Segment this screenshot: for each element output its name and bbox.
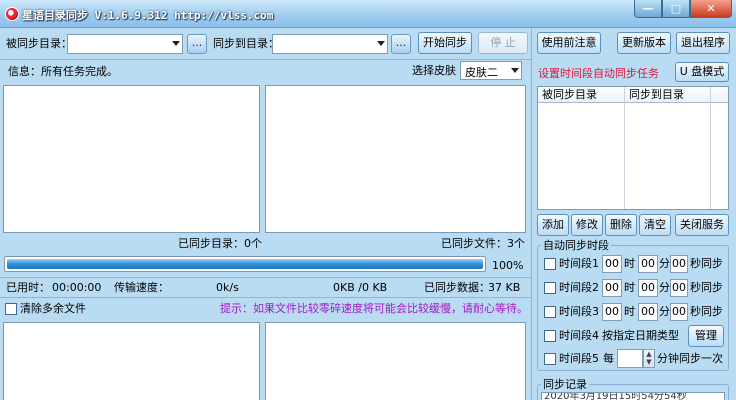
source-dir-label: 被同步目录： bbox=[6, 37, 72, 50]
chevron-down-icon bbox=[172, 41, 180, 46]
period1-second[interactable]: 00 bbox=[670, 255, 688, 273]
sync-log-title: 同步记录 bbox=[541, 378, 589, 392]
column-separator bbox=[624, 87, 625, 209]
minute-unit: 分 bbox=[659, 305, 670, 318]
period2-minute[interactable]: 00 bbox=[638, 279, 658, 297]
period3-minute[interactable]: 00 bbox=[638, 303, 658, 321]
second-unit: 秒同步 bbox=[690, 305, 723, 318]
period5-minutes-input[interactable] bbox=[617, 349, 643, 368]
manage-button[interactable]: 管理 bbox=[688, 325, 724, 347]
synced-files-count: 已同步文件：3个 bbox=[441, 237, 525, 250]
target-dir-label: 同步到目录： bbox=[213, 37, 279, 50]
period1-hour[interactable]: 00 bbox=[602, 255, 622, 273]
progress-percent: 100% bbox=[492, 259, 524, 272]
elapsed-label: 已用时： bbox=[6, 281, 50, 294]
hour-unit: 时 bbox=[624, 305, 635, 318]
period3-hour[interactable]: 00 bbox=[602, 303, 622, 321]
period2-label: 时间段2 bbox=[559, 281, 599, 294]
stop-button[interactable]: 停 止 bbox=[478, 32, 528, 54]
maximize-button[interactable]: □ bbox=[662, 0, 690, 18]
period2-hour[interactable]: 00 bbox=[602, 279, 622, 297]
elapsed-value: 00:00:00 bbox=[52, 281, 102, 294]
source-dir-panel[interactable] bbox=[3, 85, 260, 233]
target-file-panel[interactable] bbox=[265, 85, 526, 233]
close-button[interactable]: ✕ bbox=[690, 0, 732, 18]
period2-checkbox[interactable] bbox=[544, 282, 556, 294]
second-unit: 秒同步 bbox=[690, 281, 723, 294]
hour-unit: 时 bbox=[624, 281, 635, 294]
sync-log-list[interactable]: 2020年3月19日15时54分54秒 bbox=[541, 392, 725, 400]
source-browse-button[interactable]: ... bbox=[187, 34, 207, 54]
auto-sync-group-title: 自动同步时段 bbox=[541, 239, 611, 253]
skin-label: 选择皮肤 bbox=[412, 64, 456, 77]
minute-unit: 分 bbox=[659, 257, 670, 270]
delete-button[interactable]: 删除 bbox=[605, 214, 637, 236]
period3-checkbox[interactable] bbox=[544, 306, 556, 318]
column-separator bbox=[710, 87, 711, 209]
period1-checkbox[interactable] bbox=[544, 258, 556, 270]
info-text: 信息：所有任务完成。 bbox=[8, 65, 118, 78]
add-button[interactable]: 添加 bbox=[537, 214, 569, 236]
clear-button[interactable]: 清空 bbox=[639, 214, 671, 236]
progress-fill bbox=[7, 259, 483, 269]
window-title: 星语目录同步 V:1.6.9.312 http://vlss.com bbox=[22, 9, 274, 22]
divider bbox=[0, 297, 531, 298]
second-unit: 秒同步 bbox=[690, 257, 723, 270]
period3-second[interactable]: 00 bbox=[670, 303, 688, 321]
divider bbox=[0, 59, 531, 60]
chevron-down-icon bbox=[377, 41, 385, 46]
progress-bar bbox=[4, 256, 486, 272]
edit-button[interactable]: 修改 bbox=[571, 214, 603, 236]
period4-checkbox[interactable] bbox=[544, 330, 556, 342]
sync-log-entry: 2020年3月19日15时54分54秒 bbox=[544, 392, 687, 400]
speed-label: 传输速度： bbox=[114, 281, 169, 294]
period4-label: 时间段4 bbox=[559, 329, 599, 342]
clear-extra-checkbox[interactable] bbox=[5, 303, 17, 315]
skin-value: 皮肤二 bbox=[465, 66, 498, 79]
clear-extra-label: 清除多余文件 bbox=[20, 302, 86, 315]
period5-prefix: 每 bbox=[603, 352, 614, 365]
synced-dirs-count: 已同步目录：0个 bbox=[178, 237, 262, 250]
chevron-down-icon bbox=[511, 68, 519, 73]
schedule-table[interactable]: 被同步目录 同步到目录 bbox=[537, 86, 729, 210]
u-disk-mode-button[interactable]: U 盘模式 bbox=[675, 62, 729, 82]
period5-label: 时间段5 bbox=[559, 352, 599, 365]
target-browse-button[interactable]: ... bbox=[391, 34, 411, 54]
hour-unit: 时 bbox=[624, 257, 635, 270]
hint-text: 提示：如果文件比较零碎速度将可能会比较缓慢，请耐心等待。 bbox=[220, 302, 528, 315]
source-log-panel[interactable] bbox=[3, 322, 260, 400]
target-dir-combo[interactable] bbox=[272, 34, 388, 54]
chevron-down-icon[interactable]: ▼ bbox=[646, 358, 651, 366]
col-target-dir[interactable]: 同步到目录 bbox=[629, 88, 684, 102]
target-log-panel[interactable] bbox=[265, 322, 526, 400]
synced-data-label: 已同步数据： bbox=[424, 281, 490, 294]
exit-button[interactable]: 退出程序 bbox=[676, 32, 730, 54]
period1-minute[interactable]: 00 bbox=[638, 255, 658, 273]
notice-button[interactable]: 使用前注意 bbox=[537, 32, 601, 54]
period4-text: 按指定日期类型 bbox=[602, 329, 679, 342]
schedule-title: 设置时间段自动同步任务 bbox=[538, 67, 659, 80]
close-service-button[interactable]: 关闭服务 bbox=[675, 214, 729, 236]
skin-select[interactable]: 皮肤二 bbox=[460, 61, 522, 80]
period5-checkbox[interactable] bbox=[544, 353, 556, 365]
update-version-button[interactable]: 更新版本 bbox=[617, 32, 671, 54]
period1-label: 时间段1 bbox=[559, 257, 599, 270]
divider bbox=[0, 277, 531, 278]
minute-unit: 分 bbox=[659, 281, 670, 294]
chevron-up-icon[interactable]: ▲ bbox=[646, 350, 651, 358]
period5-spinner[interactable]: ▲ ▼ bbox=[643, 349, 655, 368]
source-dir-combo[interactable] bbox=[67, 34, 183, 54]
transfer-size: 0KB /0 KB bbox=[333, 281, 388, 294]
period3-label: 时间段3 bbox=[559, 305, 599, 318]
app-logo-icon bbox=[5, 7, 19, 21]
minimize-button[interactable]: — bbox=[634, 0, 662, 18]
start-sync-button[interactable]: 开始同步 bbox=[418, 32, 472, 54]
speed-value: 0k/s bbox=[216, 281, 239, 294]
synced-data-value: 37 KB bbox=[488, 281, 521, 294]
period2-second[interactable]: 00 bbox=[670, 279, 688, 297]
period5-suffix: 分钟同步一次 bbox=[657, 352, 723, 365]
column-divider bbox=[531, 28, 532, 400]
col-source-dir[interactable]: 被同步目录 bbox=[542, 88, 597, 102]
